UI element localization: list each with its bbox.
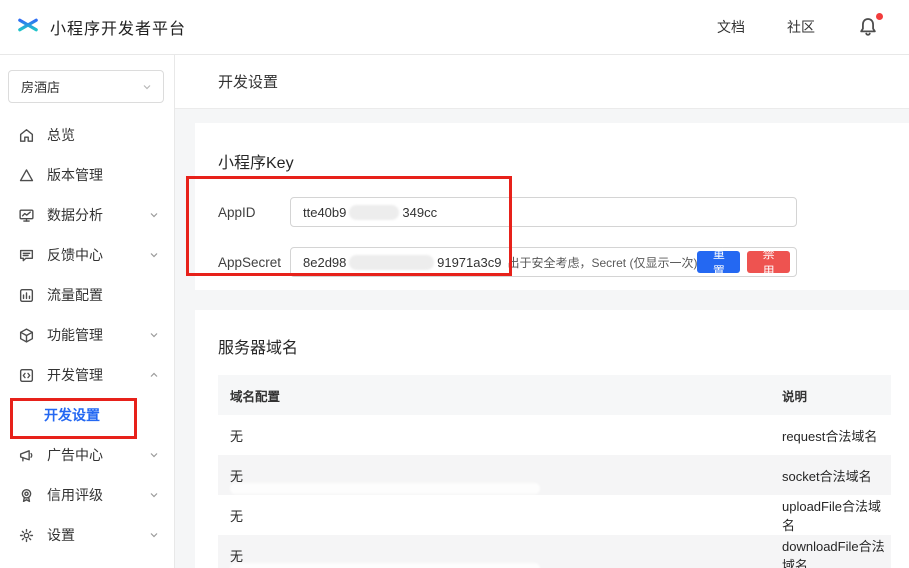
appsecret-label: AppSecret (218, 255, 290, 270)
domain-config-value: 无 (218, 426, 770, 445)
redaction-blur (230, 523, 688, 534)
traffic-icon (18, 287, 35, 304)
redaction-blur (230, 483, 540, 494)
domain-desc-value: request合法域名 (770, 426, 891, 445)
chevron-down-icon (141, 81, 153, 93)
chevron-up-icon (148, 369, 160, 381)
appid-label: AppID (218, 205, 290, 220)
appid-value-start: tte40b9 (303, 205, 346, 220)
chevron-down-icon (148, 449, 160, 461)
app-selector-value: 房酒店 (21, 77, 60, 96)
sidebar-item-feedback[interactable]: 反馈中心 (0, 235, 174, 275)
sidebar-item-label: 广告中心 (47, 445, 103, 465)
domain-desc-value: downloadFile合法域名 (770, 536, 891, 568)
app-header: 小程序开发者平台 文档 社区 (0, 0, 909, 55)
domain-config-value: 无 (218, 466, 770, 485)
notification-bell-icon[interactable] (857, 16, 879, 38)
secret-note: 出于安全考虑，Secret (仅显示一次) (507, 254, 697, 271)
redaction-blur (349, 205, 399, 220)
sidebar: 房酒店 总览 版本管理 (0, 55, 175, 568)
sidebar-item-dev-management[interactable]: 开发管理 (0, 355, 174, 395)
sidebar-item-version[interactable]: 版本管理 (0, 155, 174, 195)
logo[interactable]: 小程序开发者平台 (16, 13, 186, 42)
sidebar-item-credit[interactable]: 信用评级 (0, 475, 174, 515)
domain-desc-value: socket合法域名 (770, 466, 891, 485)
appsecret-row: AppSecret 8e2d98 91971a3c9 出于安全考虑，Secret… (218, 247, 885, 277)
sidebar-item-settings[interactable]: 设置 (0, 515, 174, 555)
column-header-desc: 说明 (770, 386, 891, 405)
page-title-text: 开发设置 (218, 71, 278, 92)
appid-input[interactable]: tte40b9 349cc (290, 197, 797, 227)
sidebar-item-ads[interactable]: 广告中心 (0, 435, 174, 475)
domain-card-title: 服务器域名 (218, 334, 891, 358)
version-icon (18, 167, 35, 184)
docs-link[interactable]: 文档 (717, 17, 745, 37)
appsecret-box[interactable]: 8e2d98 91971a3c9 出于安全考虑，Secret (仅显示一次) 重… (290, 247, 797, 277)
redaction-blur (349, 255, 434, 270)
sidebar-subitem-label: 开发设置 (44, 405, 100, 425)
medal-icon (18, 487, 35, 504)
domain-table: 域名配置 说明 无 request合法域名 无 socket合法域名 无 upl… (218, 375, 891, 568)
appid-value-end: 349cc (402, 205, 437, 220)
domain-config-value: 无 (218, 506, 770, 525)
analytics-icon (18, 207, 35, 224)
platform-title: 小程序开发者平台 (50, 15, 186, 39)
chevron-down-icon (148, 329, 160, 341)
domain-desc-value: uploadFile合法域名 (770, 496, 891, 534)
key-card-title: 小程序Key (218, 149, 885, 173)
feature-icon (18, 327, 35, 344)
sidebar-item-label: 反馈中心 (47, 245, 103, 265)
sidebar-item-traffic[interactable]: 流量配置 (0, 275, 174, 315)
feedback-icon (18, 247, 35, 264)
app-selector-dropdown[interactable]: 房酒店 (8, 70, 164, 103)
sidebar-menu: 总览 版本管理 数据分析 (0, 113, 174, 555)
chevron-down-icon (148, 249, 160, 261)
appid-row: AppID tte40b9 349cc (218, 197, 885, 227)
sidebar-item-label: 信用评级 (47, 485, 103, 505)
notification-badge (876, 13, 883, 20)
sidebar-item-label: 开发管理 (47, 365, 103, 385)
column-header-config: 域名配置 (218, 386, 770, 405)
home-icon (18, 127, 35, 144)
miniprogram-logo-icon (16, 13, 40, 42)
dev-icon (18, 367, 35, 384)
chevron-down-icon (148, 489, 160, 501)
sidebar-item-label: 数据分析 (47, 205, 103, 225)
sidebar-item-analytics[interactable]: 数据分析 (0, 195, 174, 235)
table-row: 无 uploadFile合法域名 (218, 495, 891, 535)
megaphone-icon (18, 447, 35, 464)
chevron-down-icon (148, 529, 160, 541)
miniprogram-key-card: 小程序Key AppID tte40b9 349cc AppSecret 8e2… (195, 123, 909, 290)
main-content: 开发设置 小程序Key AppID tte40b9 349cc AppSecre… (175, 55, 909, 568)
reset-secret-button[interactable]: 重置 (697, 251, 740, 273)
sidebar-item-label: 总览 (47, 125, 75, 145)
gear-icon (18, 527, 35, 544)
disable-secret-button[interactable]: 禁用 (747, 251, 790, 273)
redaction-blur (230, 443, 540, 454)
appsecret-value-start: 8e2d98 (303, 255, 346, 270)
sidebar-item-label: 功能管理 (47, 325, 103, 345)
sidebar-item-label: 设置 (47, 525, 75, 545)
sidebar-item-overview[interactable]: 总览 (0, 115, 174, 155)
page-title: 开发设置 (175, 55, 909, 109)
table-row: 无 socket合法域名 (218, 455, 891, 495)
sidebar-item-label: 版本管理 (47, 165, 103, 185)
community-link[interactable]: 社区 (787, 17, 815, 37)
domain-config-value: 无 (218, 546, 770, 565)
chevron-down-icon (148, 209, 160, 221)
server-domain-card: 服务器域名 域名配置 说明 无 request合法域名 无 socket合法域名 (195, 310, 909, 568)
appsecret-value-end: 91971a3c9 (437, 255, 501, 270)
sidebar-item-label: 流量配置 (47, 285, 103, 305)
sidebar-item-features[interactable]: 功能管理 (0, 315, 174, 355)
table-row: 无 request合法域名 (218, 415, 891, 455)
sidebar-item-dev-settings[interactable]: 开发设置 (0, 395, 174, 435)
domain-table-header: 域名配置 说明 (218, 375, 891, 415)
table-row: 无 downloadFile合法域名 (218, 535, 891, 568)
